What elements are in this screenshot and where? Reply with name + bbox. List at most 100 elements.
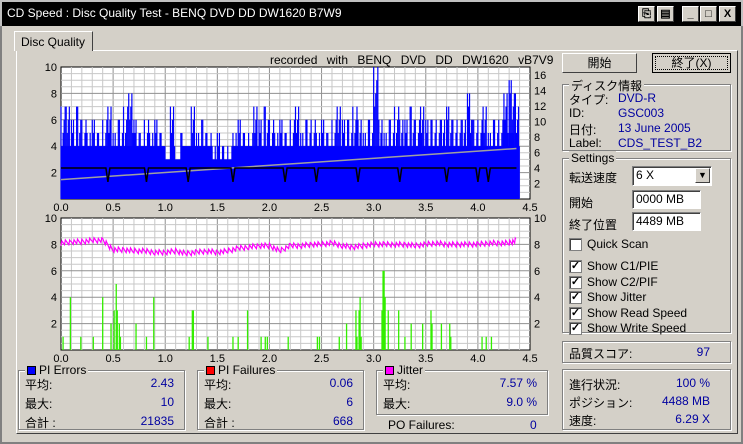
jitter-pif-chart: 0.0 0.5 1.0 1.5 2.0 2.5 3.0 3.5 4.0 4.52468102468… [45,213,547,365]
pi-errors-color-icon [27,366,36,375]
charts: 0.0 0.5 1.0 1.5 2.0 2.5 3.0 3.5 4.0 4.52468102468… [45,62,547,365]
y2-tick-label: 2 [534,319,540,331]
checkbox-show-read-speed[interactable]: ✓ [569,306,582,320]
checkbox-label: Quick Scan [587,237,649,251]
y-tick-label: 6 [51,115,57,127]
y-tick-label: 10 [45,62,57,74]
position-value: 4488 MB [661,394,710,408]
speed-readout-label: 速度: [569,414,597,428]
x-tick-label: 1.5 [210,202,225,214]
checkbox-show-c2-pif[interactable]: ✓ [569,275,582,289]
pi-failures-group: PI Failures 平均: 0.06 最大: 6 合計 : 668 [197,363,364,430]
speed-readout-value: 6.29 X [675,412,710,426]
pie-max-label: 最大: [25,397,53,411]
jitter-color-icon [385,366,394,375]
window-title: CD Speed : Disc Quality Test - BENQ DVD … [7,6,342,20]
disc-label-label: Label: [569,136,602,150]
id-label: ID: [569,106,585,120]
checkbox-label: Show C1/PIE [587,259,659,273]
progress-value: 100 % [675,376,710,390]
po-failures-value: 0 [530,418,537,432]
pif-total-label: 合計 : [204,416,235,430]
pi-errors-group: PI Errors 平均: 2.43 最大: 10 合計 : 21835 [18,363,185,430]
checkbox-label: Show Write Speed [587,321,687,335]
copy-icon[interactable]: ⎘ [638,6,655,22]
end-position-input[interactable]: 4489 MB [632,212,701,231]
start-position-label: 開始 [569,196,594,210]
y2-tick-label: 6 [534,266,540,278]
x-tick-label: 4.5 [522,353,537,365]
jitter-max-label: 最大: [383,397,411,411]
pie-avg-label: 平均: [25,378,53,392]
save-icon[interactable]: ▤ [657,6,674,22]
pie-avg-value: 2.43 [150,376,174,390]
jitter-group: Jitter 平均: 7.57 % 最大: 9.0 % [376,363,548,415]
exit-button[interactable]: 終了(X) [652,53,731,73]
quality-score-label: 品質スコア: [569,347,633,361]
x-tick-label: 2.5 [314,353,329,365]
pif-avg-label: 平均: [204,378,232,392]
speed-select[interactable]: 6 X ▼ [632,166,712,186]
start-position-input[interactable]: 0000 MB [632,190,701,209]
y-tick-label: 10 [45,213,57,225]
x-tick-label: 2.5 [314,202,329,214]
y-tick-label: 4 [51,141,57,153]
jitter-avg-value: 7.57 % [499,376,537,390]
x-tick-label: 4.0 [470,202,485,214]
minimize-button[interactable]: _ [682,6,699,22]
x-tick-label: 4.0 [470,353,485,365]
y-tick-label: 2 [51,168,57,180]
checkbox-label: Show Jitter [587,290,647,304]
type-value: DVD-R [618,91,656,105]
po-failures-label: PO Failures: [388,418,455,432]
y-tick-label: 6 [51,266,57,278]
pie-max-value: 10 [160,395,174,409]
jitter-max-value: 9.0 % [506,395,537,409]
y-tick-label: 8 [51,88,57,100]
pif-max-value: 6 [346,395,353,409]
tab-disc-quality[interactable]: Disc Quality [14,31,93,51]
checkbox-show-jitter[interactable]: ✓ [569,291,582,304]
disc-label-value: CDS_TEST_B2 [618,136,703,150]
checkbox-quick-scan[interactable] [569,238,582,251]
checkbox-label: Show C2/PIF [587,274,658,289]
y2-tick-label: 10 [534,116,546,128]
x-tick-label: 2.0 [262,202,277,214]
pie-total-label: 合計 : [25,416,56,430]
date-value: 13 June 2005 [618,121,691,135]
pi-errors-title: PI Errors [25,363,89,377]
y2-tick-label: 6 [534,147,540,159]
id-value: GSC003 [618,106,665,120]
quality-score-group: 品質スコア: 97 [562,341,731,363]
end-position-label: 終了位置 [569,218,618,232]
y2-tick-label: 2 [534,178,540,190]
title-bar: CD Speed : Disc Quality Test - BENQ DVD … [0,0,743,26]
jitter-title: Jitter [383,363,426,377]
x-tick-label: 3.5 [418,202,433,214]
x-tick-label: 3.0 [366,353,381,365]
y-tick-label: 8 [51,239,57,251]
start-button[interactable]: 開始 [562,53,637,73]
y2-tick-label: 10 [534,213,546,225]
checkbox-show-c1-pie[interactable]: ✓ [569,260,582,273]
progress-label: 進行状況: [569,378,621,392]
y2-tick-label: 8 [534,132,540,144]
chevron-down-icon[interactable]: ▼ [695,168,710,183]
x-tick-label: 0.5 [105,202,120,214]
y2-tick-label: 16 [534,70,546,82]
pi-errors-chart: 0.0 0.5 1.0 1.5 2.0 2.5 3.0 3.5 4.0 4.52468102468… [45,62,547,214]
pie-total-value: 21835 [140,414,174,428]
x-tick-label: 1.0 [158,202,173,214]
y2-tick-label: 14 [534,85,546,97]
pif-avg-value: 0.06 [329,376,353,390]
y-tick-label: 4 [51,292,57,304]
y2-tick-label: 4 [534,163,540,175]
checkbox-show-write-speed[interactable]: ✓ [569,322,582,335]
pi-failures-title: PI Failures [204,363,278,377]
close-button[interactable]: X [719,6,736,22]
speed-value: 6 X [636,168,655,182]
checkbox-label: Show Read Speed [587,305,688,320]
maximize-button[interactable]: □ [700,6,717,22]
y2-tick-label: 4 [534,292,540,304]
settings-group: Settings 転送速度 6 X ▼ 開始 0000 MB 終了位置 4489… [562,151,731,335]
